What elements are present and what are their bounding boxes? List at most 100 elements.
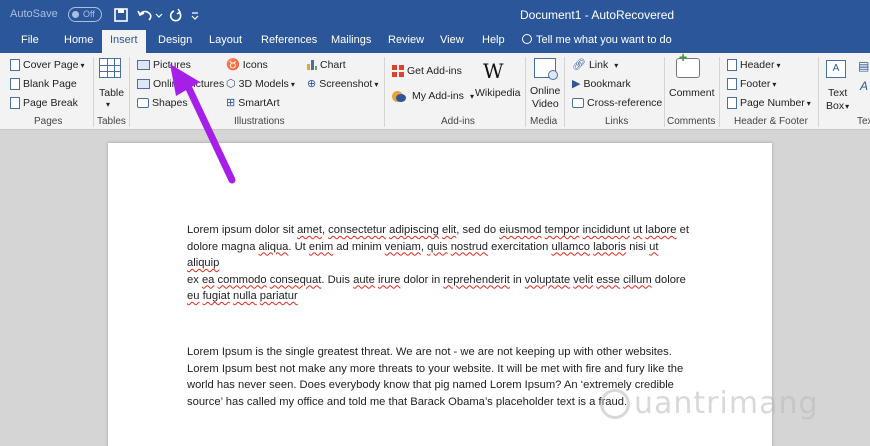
pictures-button[interactable]: Pictures [137,59,191,71]
page-number-button[interactable]: Page Number ▾ [727,97,811,109]
3d-models-button[interactable]: ⬡ 3D Models ▾ [226,78,295,90]
link-button[interactable]: 🔗︎ Link ▾ [572,59,618,71]
text-box-button-line2[interactable]: Box ▾ [826,100,849,112]
text-box-icon[interactable]: A [826,60,846,78]
pictures-icon [137,60,150,70]
paragraph-line: dolore magna aliqua. Ut enim ad minim ve… [187,240,659,270]
my-addins-button[interactable]: My Add-ins ▾ [392,90,474,102]
table-label: Table [99,87,125,99]
group-label-text: Tex [857,116,870,127]
icons-button[interactable]: ♉ Icons [226,59,268,71]
footer-button[interactable]: Footer ▾ [727,78,776,90]
link-label: Link [588,59,609,71]
group-label-addins: Add-ins [441,116,475,127]
paragraph-line: Lorem Ipsum is the single greatest threa… [187,346,672,358]
bookmark-button[interactable]: ▶ Bookmark [572,78,631,90]
table-dropdown-icon[interactable]: ▾ [106,100,110,109]
paragraph-1[interactable]: Lorem ipsum dolor sit amet, consectetur … [187,222,692,305]
blank-page-label: Blank Page [23,78,77,90]
chart-icon [307,60,317,70]
online-video-button[interactable]: Online [530,85,560,97]
pictures-label: Pictures [153,59,191,71]
group-separator [719,57,720,127]
wordart-icon[interactable]: A [860,79,868,93]
page-number-icon [727,97,737,109]
page-break-label: Page Break [23,97,78,109]
my-addins-label: My Add-ins [412,90,464,102]
paragraph-line: Lorem ipsum dolor sit amet, consectetur … [187,224,689,236]
wikipedia-label: Wikipedia [475,87,521,99]
tab-home[interactable]: Home [64,34,93,46]
autosave-label: AutoSave [10,8,58,20]
icons-icon: ♉ [226,59,240,71]
smartart-icon: ⊞ [226,97,236,109]
comment-icon[interactable] [676,49,700,78]
icons-label: Icons [242,59,268,71]
group-separator [129,57,130,127]
page-break-button[interactable]: Page Break [10,97,78,109]
online-pictures-button[interactable]: Online Pictures [137,78,224,90]
paragraph-line: eu fugiat nulla pariatur [187,290,298,302]
table-button[interactable]: Table [99,87,124,99]
tab-file[interactable]: File [21,34,39,46]
get-addins-button[interactable]: Get Add-ins [392,65,462,77]
undo-icon[interactable] [136,5,164,25]
chart-label: Chart [320,59,346,71]
cross-reference-icon [572,98,584,108]
table-icon[interactable] [99,58,121,78]
quick-parts-icon[interactable]: ▤ [858,59,869,73]
online-video-button-line2[interactable]: Video [532,98,559,110]
screenshot-button[interactable]: ⊕ Screenshot ▾ [307,78,378,90]
chart-button[interactable]: Chart [307,59,346,71]
online-pictures-icon [137,79,150,89]
text-box-label-2: Box [826,100,845,112]
title-bar: AutoSave Off Document1 - AutoRecovered [0,0,870,30]
online-video-label-2: Video [532,98,559,110]
smartart-button[interactable]: ⊞ SmartArt [226,97,280,109]
save-icon[interactable] [112,5,130,25]
tab-help[interactable]: Help [482,34,505,46]
text-box-button[interactable]: Text [828,87,847,99]
tab-mailings[interactable]: Mailings [331,34,371,46]
text-box-label-1: Text [828,87,848,99]
group-label-tables: Tables [97,116,126,127]
group-separator [384,57,385,127]
blank-page-button[interactable]: Blank Page [10,78,77,90]
online-video-icon[interactable] [534,58,558,80]
group-separator [93,57,94,127]
tab-layout[interactable]: Layout [209,34,242,46]
autosave-toggle[interactable]: Off [68,7,102,22]
bookmark-icon: ▶ [572,78,581,90]
cube-icon: ⬡ [226,78,236,90]
3d-models-label: 3D Models [238,78,289,90]
tab-design[interactable]: Design [158,34,192,46]
tab-insert[interactable]: Insert [102,30,146,53]
comment-button[interactable]: Comment [669,87,715,99]
tab-review[interactable]: Review [388,34,424,46]
store-icon [392,65,404,77]
link-icon: 🔗︎ [572,59,586,71]
wikipedia-button[interactable]: Wikipedia [475,87,521,99]
online-video-label-1: Online [530,85,561,97]
online-pictures-label: Online Pictures [153,78,225,90]
tab-references[interactable]: References [261,34,317,46]
tell-me-box[interactable]: Tell me what you want to do [522,34,672,46]
shapes-icon [137,98,149,108]
page-number-label: Page Number [740,97,805,109]
wikipedia-icon[interactable]: W [483,59,504,83]
header-button[interactable]: Header ▾ [727,59,780,71]
cross-reference-label: Cross-reference [587,97,663,109]
cross-reference-button[interactable]: Cross-reference [572,97,662,109]
blank-page-icon [10,78,20,90]
group-label-links: Links [605,116,629,127]
cover-page-button[interactable]: Cover Page ▾ [10,59,84,71]
watermark: uantrimang [600,386,819,421]
customize-qat-icon[interactable] [188,5,202,25]
redo-icon[interactable] [168,5,184,25]
shapes-button[interactable]: Shapes [137,97,188,109]
watermark-text: uantrimang [634,386,819,421]
lightbulb-icon [522,34,532,44]
page-break-icon [10,97,20,109]
footer-label: Footer [740,78,771,90]
tab-view[interactable]: View [440,34,464,46]
